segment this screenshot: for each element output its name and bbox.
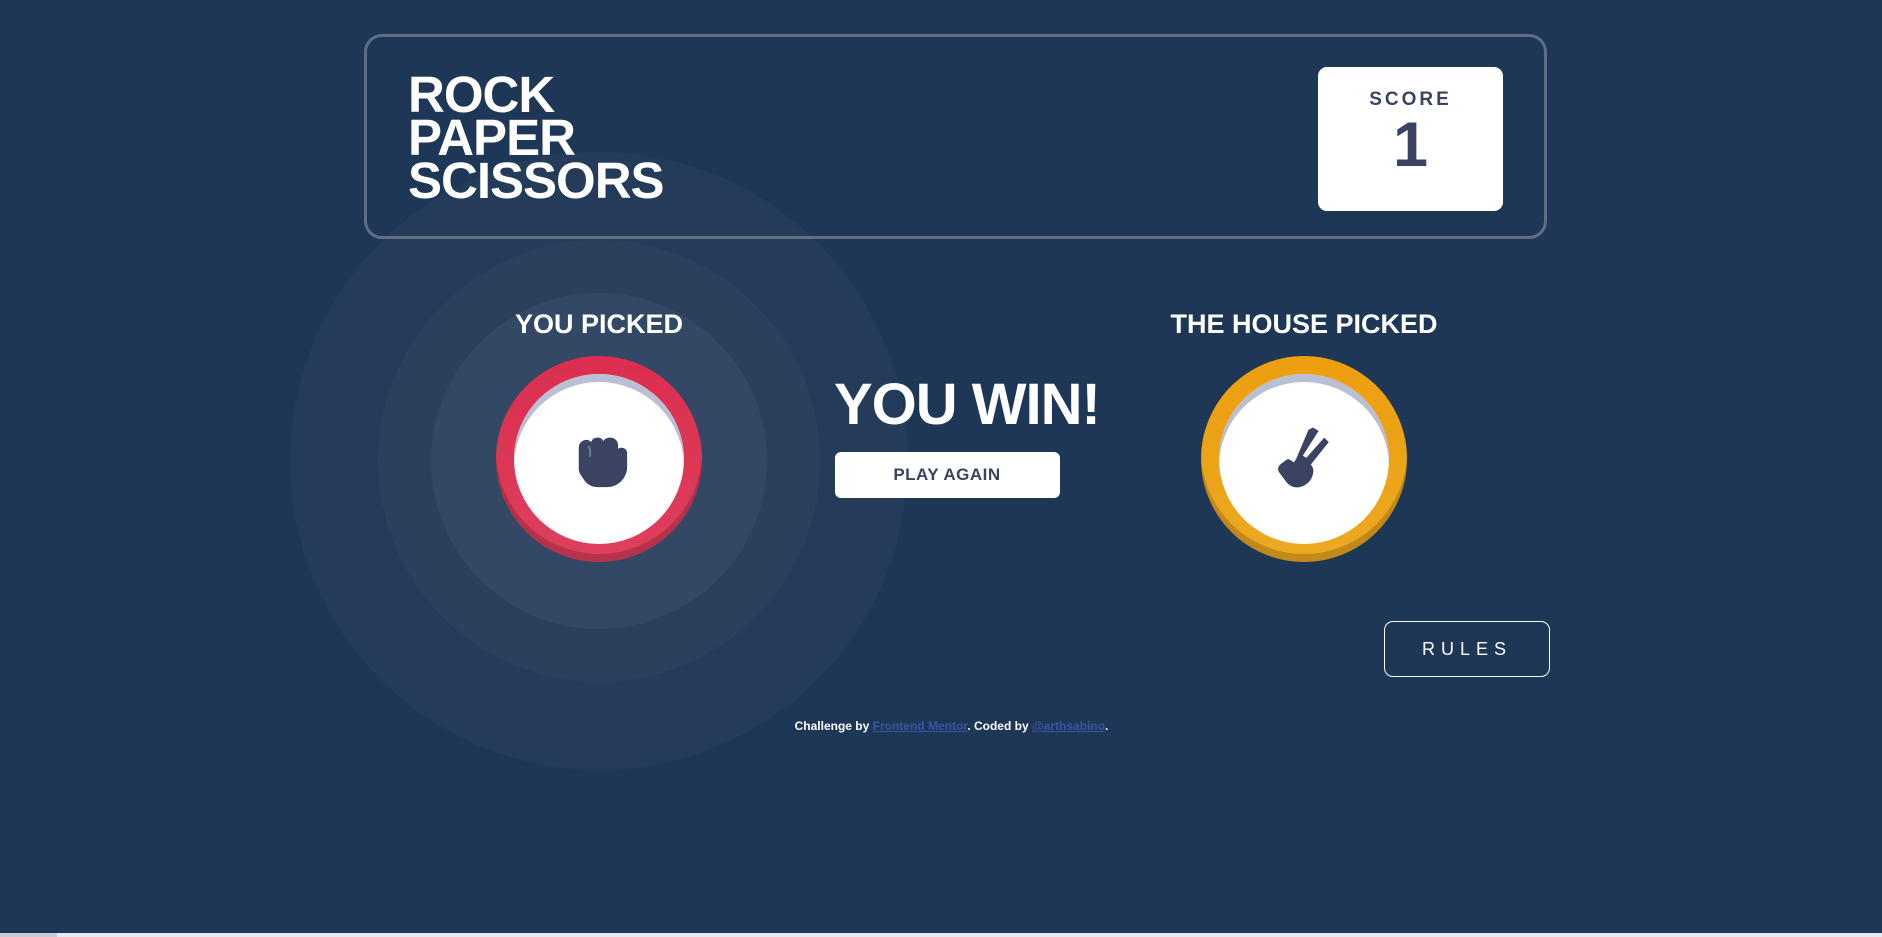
house-pick-scissors-token (1201, 356, 1407, 562)
scissors-hand-icon (1278, 427, 1329, 488)
attribution: Challenge by Frontend Mentor. Coded by @… (0, 719, 1882, 733)
house-pick-inner (1219, 374, 1389, 544)
frontend-mentor-link[interactable]: Frontend Mentor (873, 719, 968, 733)
rules-button[interactable]: RULES (1384, 621, 1550, 677)
result-text: YOU WIN! (834, 372, 1101, 437)
house-picked-label: THE HOUSE PICKED (1170, 309, 1438, 339)
attribution-suffix: . (1105, 719, 1109, 733)
attribution-prefix: Challenge by (794, 719, 873, 733)
player-pick-rock-token (496, 356, 702, 562)
rock-fist-icon (578, 437, 628, 488)
score-label: SCORE (1369, 89, 1452, 110)
author-link[interactable]: @arthsabino (1032, 719, 1105, 733)
play-again-button[interactable]: PLAY AGAIN (834, 452, 1060, 498)
score-box: SCORE 1 (1318, 67, 1503, 211)
player-pick-inner (514, 374, 684, 544)
score-value: 1 (1392, 110, 1429, 180)
attribution-middle: . Coded by (967, 719, 1032, 733)
scrollbar-thumb[interactable] (0, 933, 57, 937)
bottom-scrollbar[interactable] (0, 933, 1882, 937)
result-panel: YOU WIN! PLAY AGAIN (834, 372, 1101, 498)
you-picked-label: YOU PICKED (514, 309, 684, 339)
